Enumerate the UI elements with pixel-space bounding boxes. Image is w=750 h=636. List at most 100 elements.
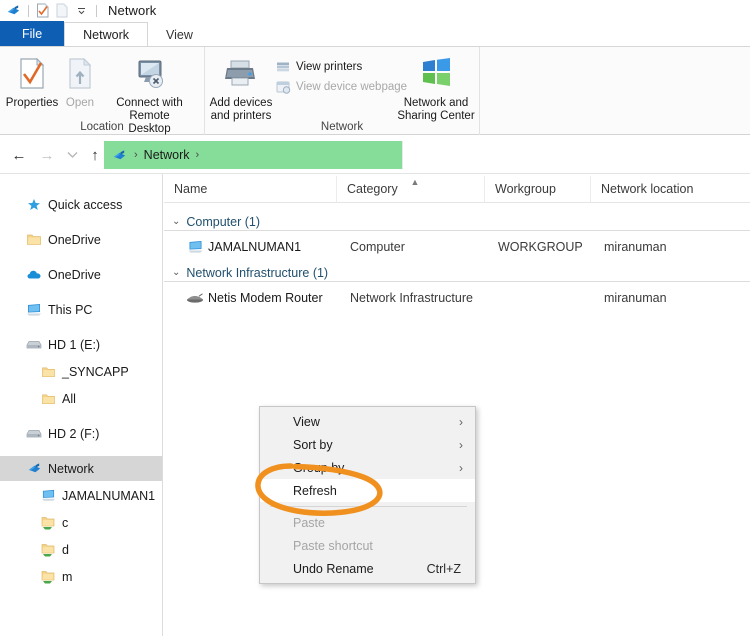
view-device-webpage-button[interactable]: View device webpage	[276, 80, 407, 94]
context-menu-item-paste-shortcut[interactable]: Paste shortcut	[260, 534, 475, 557]
chevron-right-icon: ›	[459, 460, 463, 475]
network-sharing-label-2: Sharing Center	[397, 110, 475, 122]
group-divider-line	[164, 281, 750, 282]
tab-network[interactable]: Network	[64, 22, 148, 47]
sidebar-label-syncapp: _SYNCAPP	[62, 364, 129, 379]
add-devices-label-2: and printers	[210, 110, 272, 122]
chevron-down-icon[interactable]: ⌄	[172, 267, 181, 278]
context-menu-item-refresh-label: Refresh	[293, 483, 337, 498]
context-menu-item-undo-rename[interactable]: Undo Rename Ctrl+Z	[260, 557, 475, 580]
up-button[interactable]: ↑	[84, 144, 106, 166]
group-header-network-infrastructure[interactable]: ⌄ Network Infrastructure (1)	[164, 260, 750, 285]
sidebar-label-network: Network	[48, 461, 94, 476]
sidebar-item-hd1[interactable]: HD 1 (E:)	[0, 332, 162, 357]
sidebar-item-share-m[interactable]: m	[0, 564, 162, 589]
cell-network-location: miranuman	[604, 240, 667, 254]
context-menu-item-view[interactable]: View ›	[260, 410, 475, 433]
sidebar-label-share-c: c	[62, 515, 69, 530]
tab-view[interactable]: View	[148, 22, 211, 47]
properties-checkmark-icon	[17, 57, 47, 94]
network-icon[interactable]	[4, 2, 22, 19]
sidebar-item-share-d[interactable]: d	[0, 537, 162, 562]
cell-name: JAMALNUMAN1	[208, 240, 302, 254]
customize-chevron-icon[interactable]	[72, 2, 90, 19]
sort-ascending-icon: ▲	[410, 177, 420, 187]
network-and-sharing-center-button[interactable]: Network and Sharing Center	[395, 57, 477, 123]
sidebar-label-this-pc: This PC	[48, 302, 93, 317]
group-divider-line	[164, 230, 750, 231]
context-menu-item-paste[interactable]: Paste	[260, 511, 475, 534]
add-devices-and-printers-button[interactable]: Add devices and printers	[208, 57, 274, 123]
sidebar-item-quick-access[interactable]: Quick access	[0, 192, 162, 217]
context-menu-item-group-by[interactable]: Group by ›	[260, 456, 475, 479]
recent-locations-button[interactable]	[61, 144, 83, 166]
address-bar[interactable]: › Network ›	[104, 141, 402, 169]
cell-category: Computer	[350, 240, 405, 254]
chevron-right-icon: ›	[459, 437, 463, 452]
group-header-computer[interactable]: ⌄ Computer (1)	[164, 209, 750, 234]
context-menu[interactable]: View › Sort by › Group by › Refresh Past…	[259, 406, 476, 584]
column-header-network-location[interactable]: Network location	[590, 176, 750, 202]
column-header-workgroup-label: Workgroup	[495, 182, 556, 196]
address-network-icon	[112, 148, 127, 163]
chevron-right-icon: ›	[459, 414, 463, 429]
cell-workgroup: WORKGROUP	[498, 240, 583, 254]
column-headers: Name Category ▲ Workgroup Network locati…	[164, 176, 750, 203]
table-row[interactable]: JAMALNUMAN1 Computer WORKGROUP miranuman	[164, 234, 750, 260]
back-button[interactable]: ←	[8, 144, 30, 166]
navigation-pane[interactable]: Quick access OneDrive OneDrive This PC H…	[0, 174, 163, 636]
star-icon	[26, 197, 42, 213]
open-button[interactable]: Open	[60, 57, 100, 110]
breadcrumb-network[interactable]: Network	[144, 148, 190, 162]
sidebar-item-jamalnuman1[interactable]: JAMALNUMAN1	[0, 483, 162, 508]
context-menu-item-sort-by[interactable]: Sort by ›	[260, 433, 475, 456]
sidebar-item-syncapp[interactable]: _SYNCAPP	[0, 359, 162, 384]
sidebar-item-share-c[interactable]: c	[0, 510, 162, 535]
address-bar-remainder	[402, 141, 750, 169]
network-icon	[26, 461, 42, 477]
file-explorer-window: Network File Network View Location Prope…	[0, 0, 750, 636]
sidebar-label-share-m: m	[62, 569, 73, 584]
context-menu-item-paste-label: Paste	[293, 515, 325, 530]
context-menu-item-refresh[interactable]: Refresh	[260, 479, 475, 502]
sidebar-label-onedrive-folder: OneDrive	[48, 232, 101, 247]
column-header-category[interactable]: Category ▲	[336, 176, 484, 202]
sidebar-item-network[interactable]: Network	[0, 456, 162, 481]
chevron-down-icon[interactable]: ⌄	[172, 216, 181, 227]
sidebar-label-quick-access: Quick access	[48, 197, 123, 212]
tab-file[interactable]: File	[0, 21, 65, 47]
shared-folder-icon	[40, 542, 56, 558]
view-printers-button[interactable]: View printers	[276, 60, 362, 74]
folder-icon	[40, 391, 56, 407]
view-printers-icon	[276, 60, 291, 74]
sidebar-item-onedrive-cloud[interactable]: OneDrive	[0, 262, 162, 287]
properties-icon[interactable]	[34, 2, 52, 19]
table-row[interactable]: Netis Modem Router Network Infrastructur…	[164, 285, 750, 311]
sidebar-item-onedrive-folder[interactable]: OneDrive	[0, 227, 162, 252]
properties-button-label: Properties	[5, 97, 59, 109]
breadcrumb-separator-2[interactable]: ›	[196, 149, 200, 161]
sidebar-label-share-d: d	[62, 542, 69, 557]
sidebar-item-all[interactable]: All	[0, 386, 162, 411]
forward-button[interactable]: →	[36, 144, 58, 166]
sidebar-label-jamalnuman1: JAMALNUMAN1	[62, 488, 156, 503]
open-page-icon	[67, 57, 93, 94]
network-sharing-label-1: Network and	[403, 97, 469, 109]
sidebar-item-this-pc[interactable]: This PC	[0, 297, 162, 322]
drive-icon	[26, 426, 42, 442]
computer-icon	[26, 302, 42, 318]
column-header-name[interactable]: Name	[164, 176, 336, 202]
view-device-webpage-icon	[276, 80, 291, 94]
open-icon[interactable]	[53, 2, 71, 19]
column-header-category-label: Category	[347, 182, 398, 196]
printer-icon	[222, 57, 260, 94]
shared-folder-icon	[40, 515, 56, 531]
sidebar-item-hd2[interactable]: HD 2 (F:)	[0, 421, 162, 446]
window-title: Network	[108, 3, 157, 18]
open-button-label: Open	[65, 97, 95, 109]
column-header-workgroup[interactable]: Workgroup	[484, 176, 590, 202]
ribbon: Location Properties Open Connect with Re…	[0, 47, 750, 148]
properties-button[interactable]: Properties	[6, 57, 58, 110]
group-header-network-infrastructure-label: Network Infrastructure (1)	[186, 265, 337, 280]
cell-name: Netis Modem Router	[208, 291, 323, 305]
